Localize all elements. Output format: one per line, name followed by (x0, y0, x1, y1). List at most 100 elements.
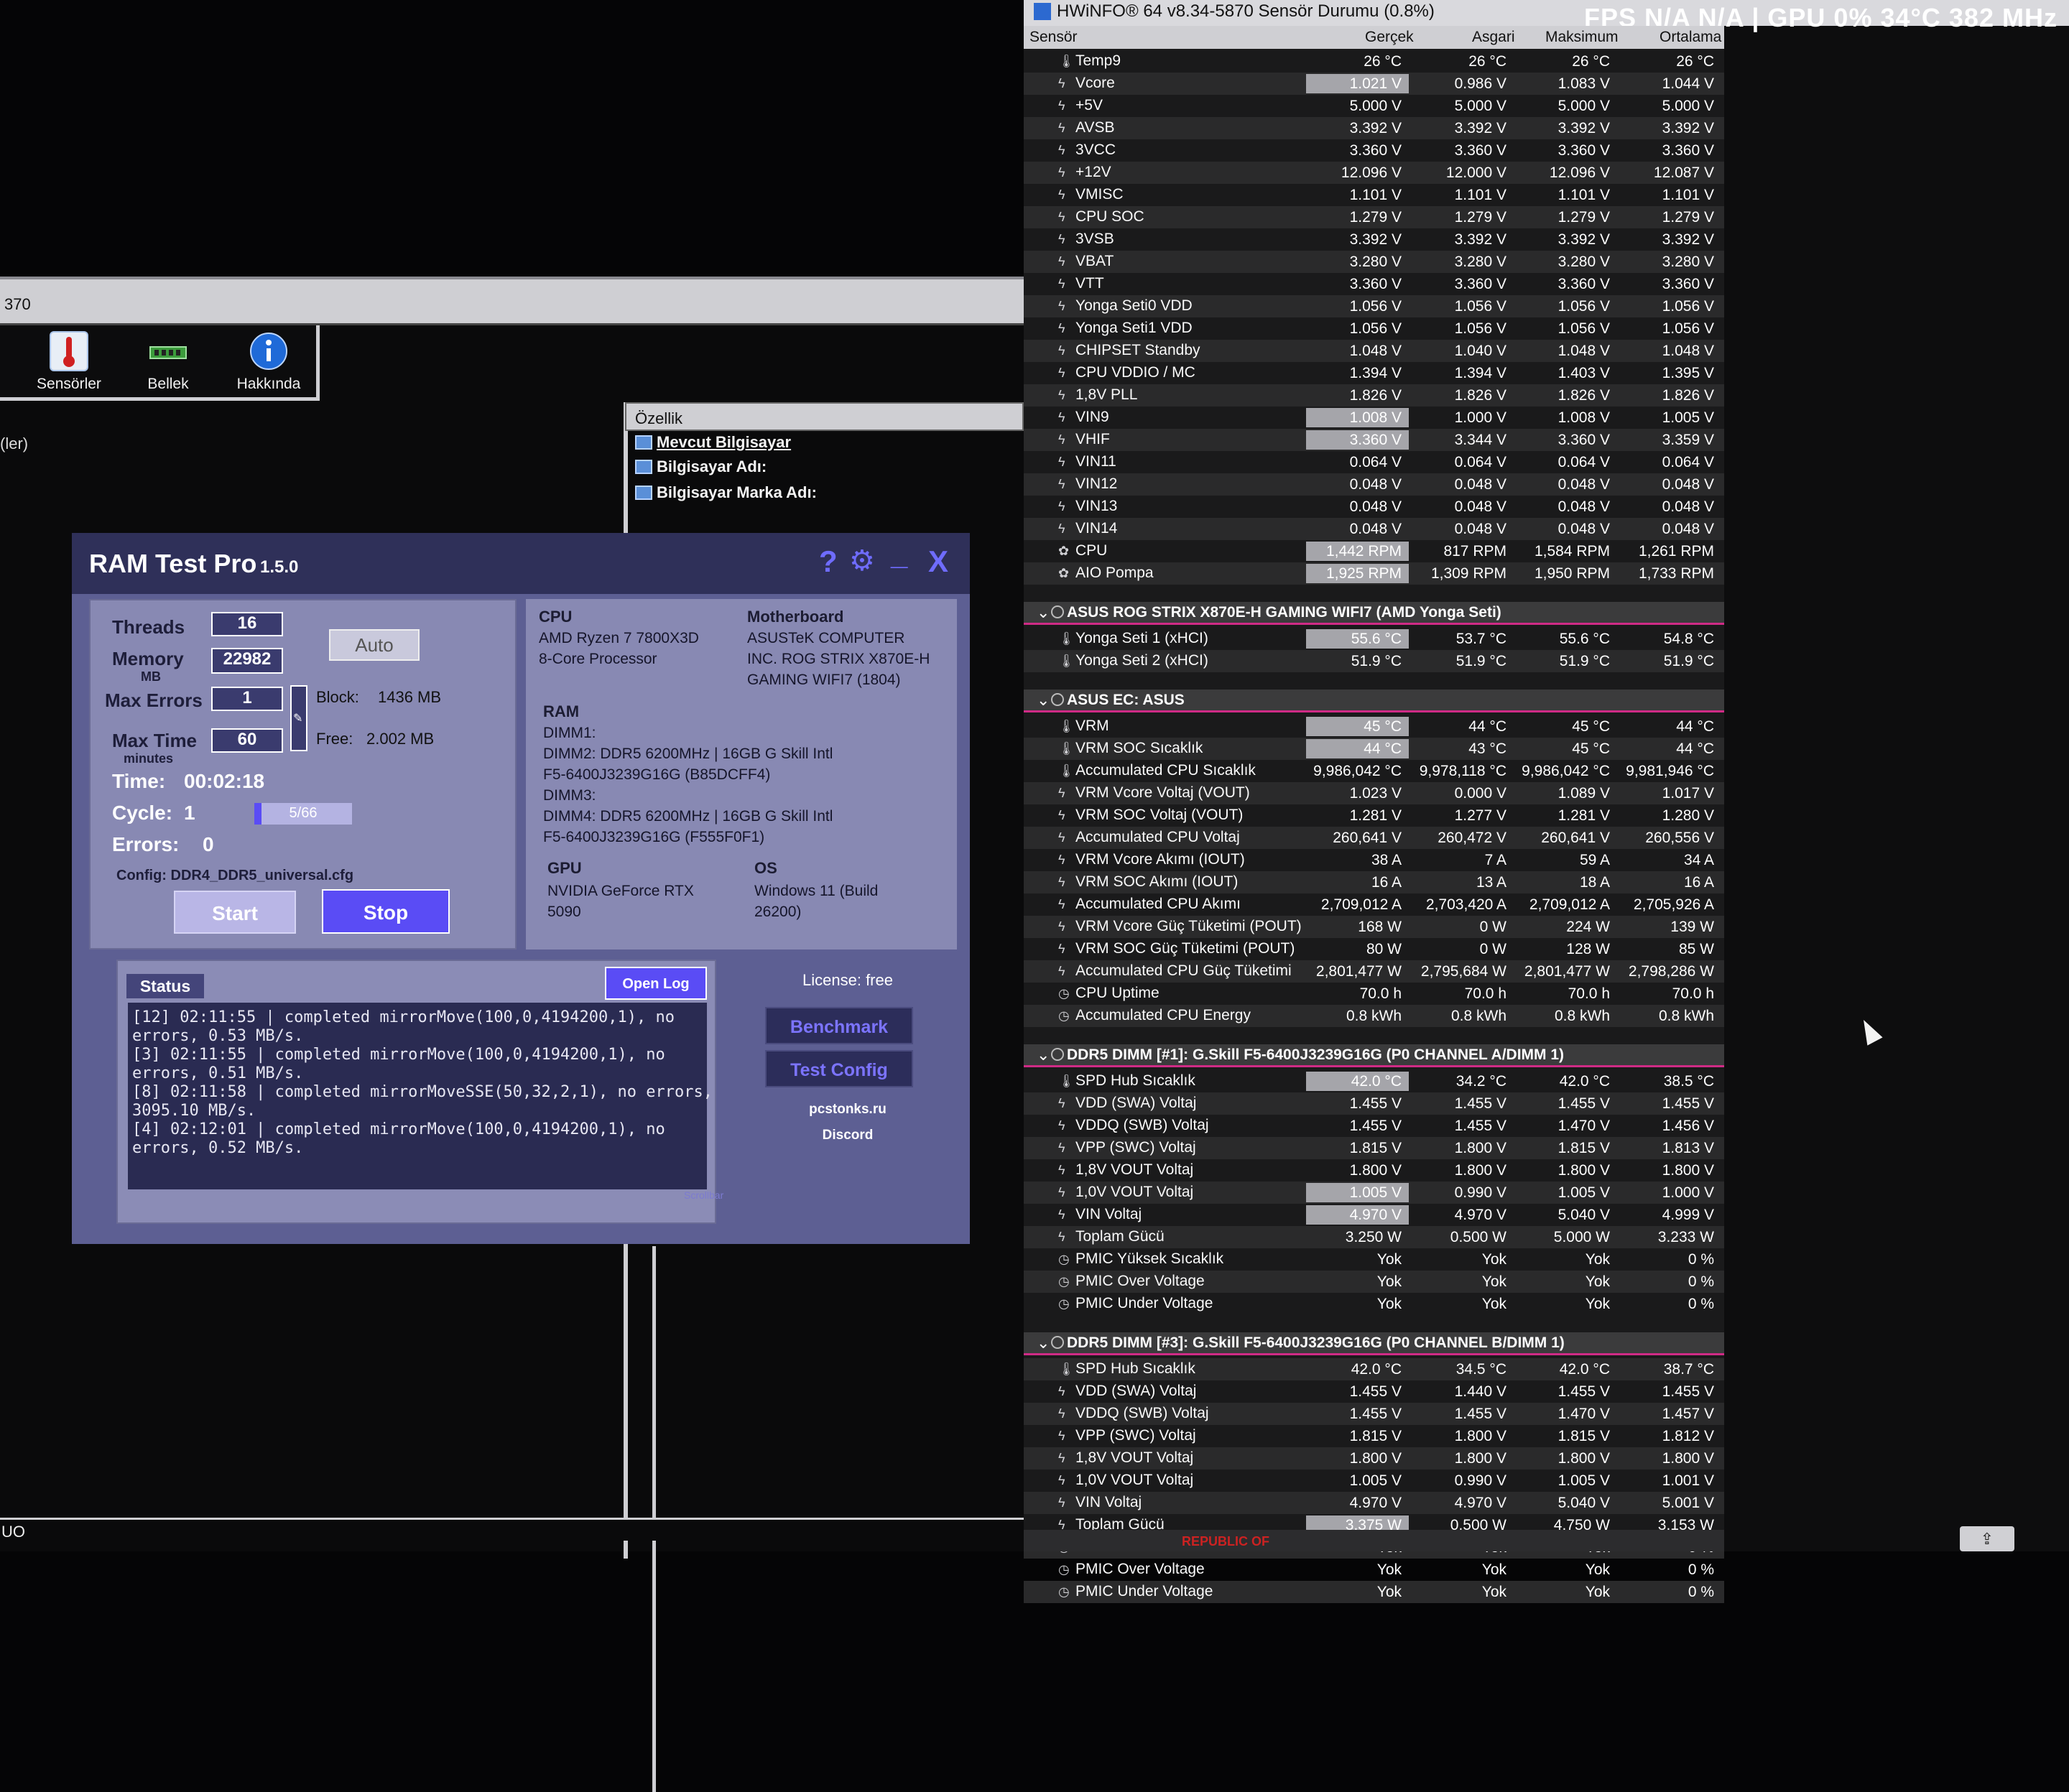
sensor-row[interactable]: ϟ Accumulated CPU Akımı 2,709,012 A 2,703,4… (1024, 893, 1724, 916)
sensor-row[interactable]: ϟ 1,0V VOUT Voltaj 1.005 V 0.990 V 1.005 V 1.… (1024, 1181, 1724, 1204)
settings-gear-icon[interactable]: ⚙ (849, 544, 875, 577)
sensor-row[interactable]: ϟ VRM SOC Güç Tüketimi (POUT) 80 W 0 W 128 W… (1024, 938, 1724, 960)
sensor-row[interactable]: ϟ 1,8V VOUT Voltaj 1.800 V 1.800 V 1.800 V 1.… (1024, 1159, 1724, 1181)
help-icon[interactable]: ? (819, 544, 838, 579)
col-sensor[interactable]: Sensör (1029, 29, 1078, 46)
sensor-row[interactable]: 🌡 Accumulated CPU Sıcaklık 9,986,042 °C 9,9… (1024, 760, 1724, 782)
sensor-row[interactable]: ◷ CPU Uptime 70.0 h 70.0 h 70.0 h 70.0 h (1024, 983, 1724, 1005)
threads-input[interactable]: 16 (211, 612, 283, 636)
sensor-row[interactable]: 🌡 VRM 45 °C 44 °C 45 °C 44 °C (1024, 715, 1724, 738)
sensor-row[interactable]: ϟ VIN13 0.048 V 0.048 V 0.048 V 0.048 V (1024, 496, 1724, 518)
toolbar-about-button[interactable]: Hakkında (226, 331, 312, 397)
sensor-row[interactable]: ϟ Yonga Seti0 VDD 1.056 V 1.056 V 1.056 V 1.0… (1024, 295, 1724, 317)
discord-link[interactable]: Discord (736, 1128, 959, 1143)
tree-item-label[interactable]: (ler) (0, 435, 28, 453)
sensor-row[interactable]: ϟ +5V 5.000 V 5.000 V 5.000 V 5.000 V (1024, 95, 1724, 117)
sensor-row[interactable]: ◷ Accumulated CPU Energy 0.8 kWh 0.8 kWh 0.8… (1024, 1005, 1724, 1027)
sensor-row[interactable]: ϟ VDDQ (SWB) Voltaj 1.455 V 1.455 V 1.470 V 1… (1024, 1403, 1724, 1425)
sensor-group-header[interactable]: ⌄ ASUS ROG STRIX X870E-H GAMING WIFI7 (AM… (1024, 602, 1724, 625)
sensor-row[interactable]: ϟ VRM SOC Voltaj (VOUT) 1.281 V 1.277 V 1.28… (1024, 804, 1724, 827)
sensor-row[interactable]: ϟ VDD (SWA) Voltaj 1.455 V 1.455 V 1.455 V 1.… (1024, 1092, 1724, 1115)
sensor-row[interactable]: ϟ VRM Vcore Akımı (IOUT) 38 A 7 A 59 A 34 A (1024, 849, 1724, 871)
sensor-row[interactable]: ϟ VBAT 3.280 V 3.280 V 3.280 V 3.280 V (1024, 251, 1724, 273)
sensor-row[interactable]: 🌡 SPD Hub Sıcaklık 42.0 °C 34.2 °C 42.0 °C 38… (1024, 1070, 1724, 1092)
sensor-row[interactable]: ϟ VMISC 1.101 V 1.101 V 1.101 V 1.101 V (1024, 184, 1724, 206)
sensor-row[interactable]: ϟ VIN11 0.064 V 0.064 V 0.064 V 0.064 V (1024, 451, 1724, 473)
auto-button[interactable]: Auto (329, 629, 420, 661)
stop-button[interactable]: Stop (322, 889, 450, 934)
sensor-row[interactable]: ✿ CPU 1,442 RPM 817 RPM 1,584 RPM 1,261 RPM (1024, 540, 1724, 562)
chevron-down-icon[interactable]: ⌄ (1037, 603, 1050, 622)
toolbar-sensors-button[interactable]: Sensörler (26, 331, 112, 397)
sensor-row[interactable]: ϟ VPP (SWC) Voltaj 1.815 V 1.800 V 1.815 V 1.… (1024, 1425, 1724, 1447)
sensor-row[interactable]: 🌡 VRM SOC Sıcaklık 44 °C 43 °C 45 °C 44 °C (1024, 738, 1724, 760)
sensor-row[interactable]: ϟ 1,0V VOUT Voltaj 1.005 V 0.990 V 1.005 V 1.… (1024, 1470, 1724, 1492)
memory-input[interactable]: 22982 (211, 648, 283, 674)
edit-slider[interactable]: ✎ (290, 685, 307, 751)
minimize-icon[interactable]: _ (891, 537, 907, 572)
sensor-row[interactable]: ◷ PMIC Over Voltage Yok Yok Yok 0 % (1024, 1559, 1724, 1581)
sensor-row[interactable]: ϟ CHIPSET Standby 1.048 V 1.040 V 1.048 V 1.0… (1024, 340, 1724, 362)
col-current[interactable]: Gerçek (1365, 29, 1414, 46)
sensor-row[interactable]: ϟ Accumulated CPU Voltaj 260,641 V 260,472 … (1024, 827, 1724, 849)
sensor-row[interactable]: ϟ Accumulated CPU Güç Tüketimi 2,801,477 W… (1024, 960, 1724, 983)
sensor-row[interactable]: ϟ AVSB 3.392 V 3.392 V 3.392 V 3.392 V (1024, 117, 1724, 139)
log-output[interactable]: [12] 02:11:55 | completed mirrorMove(100… (128, 1003, 713, 1189)
sensor-row[interactable]: ϟ VRM SOC Akımı (IOUT) 16 A 13 A 18 A 16 A (1024, 871, 1724, 893)
toolbar-memory-button[interactable]: Bellek (125, 331, 211, 397)
col-min[interactable]: Asgari (1472, 29, 1515, 46)
sensor-row[interactable]: ϟ 3VSB 3.392 V 3.392 V 3.392 V 3.392 V (1024, 228, 1724, 251)
sensor-row[interactable]: ϟ Yonga Seti1 VDD 1.056 V 1.056 V 1.056 V 1.0… (1024, 317, 1724, 340)
sensor-row[interactable]: ϟ 3VCC 3.360 V 3.360 V 3.360 V 3.360 V (1024, 139, 1724, 162)
sensor-row[interactable]: ϟ VDDQ (SWB) Voltaj 1.455 V 1.455 V 1.470 V 1… (1024, 1115, 1724, 1137)
sensor-row[interactable]: ◷ PMIC Yüksek Sıcaklık Yok Yok Yok 0 % (1024, 1248, 1724, 1271)
open-log-button[interactable]: Open Log (605, 967, 707, 1000)
property-item-current-computer[interactable]: Mevcut Bilgisayar (635, 433, 791, 452)
chevron-down-icon[interactable]: ⌄ (1037, 691, 1050, 710)
col-max[interactable]: Maksimum (1545, 29, 1619, 46)
test-config-button[interactable]: Test Config (765, 1050, 913, 1087)
max-errors-input[interactable]: 1 (211, 687, 283, 711)
start-button[interactable]: Start (174, 891, 296, 934)
website-link[interactable]: pcstonks.ru (736, 1102, 959, 1118)
property-item-computer-brand[interactable]: Bilgisayar Marka Adı: (635, 483, 817, 502)
sensor-row[interactable]: ◷ PMIC Under Voltage Yok Yok Yok 0 % (1024, 1293, 1724, 1315)
sensor-row[interactable]: ϟ Toplam Gücü 3.250 W 0.500 W 5.000 W 3.233 W (1024, 1226, 1724, 1248)
sensor-row[interactable]: 🌡 SPD Hub Sıcaklık 42.0 °C 34.5 °C 42.0 °C 38… (1024, 1358, 1724, 1380)
sensor-row[interactable]: ϟ Vcore 1.021 V 0.986 V 1.083 V 1.044 V (1024, 73, 1724, 95)
sensor-row[interactable]: ◷ PMIC Under Voltage Yok Yok Yok 0 % (1024, 1581, 1724, 1603)
sensor-row[interactable]: ϟ VPP (SWC) Voltaj 1.815 V 1.800 V 1.815 V 1.… (1024, 1137, 1724, 1159)
sensor-row[interactable]: ϟ VIN14 0.048 V 0.048 V 0.048 V 0.048 V (1024, 518, 1724, 540)
sensor-row[interactable]: ϟ +12V 12.096 V 12.000 V 12.096 V 12.087 V (1024, 162, 1724, 184)
property-item-computer-name[interactable]: Bilgisayar Adı: (635, 458, 767, 476)
sensor-row[interactable]: ✿ AIO Pompa 1,925 RPM 1,309 RPM 1,950 RPM 1,7… (1024, 562, 1724, 585)
sensor-row[interactable]: ◷ PMIC Over Voltage Yok Yok Yok 0 % (1024, 1271, 1724, 1293)
benchmark-button[interactable]: Benchmark (765, 1007, 913, 1044)
sensor-row[interactable]: ϟ VHIF 3.360 V 3.344 V 3.360 V 3.359 V (1024, 429, 1724, 451)
property-column-header[interactable]: Özellik (625, 402, 1024, 431)
sensor-row[interactable]: ϟ CPU VDDIO / MC 1.394 V 1.394 V 1.403 V 1.39… (1024, 362, 1724, 384)
log-scrollbar[interactable]: Scrollbar (684, 1189, 723, 1217)
chevron-down-icon[interactable]: ⌄ (1037, 1334, 1050, 1352)
sensor-row[interactable]: ϟ CPU SOC 1.279 V 1.279 V 1.279 V 1.279 V (1024, 206, 1724, 228)
sensor-row[interactable]: ϟ VRM Vcore Güç Tüketimi (POUT) 168 W 0 W 22… (1024, 916, 1724, 938)
sensor-row[interactable]: ϟ VIN9 1.008 V 1.000 V 1.008 V 1.005 V (1024, 407, 1724, 429)
sensor-row[interactable]: ϟ 1,8V VOUT Voltaj 1.800 V 1.800 V 1.800 V 1.… (1024, 1447, 1724, 1470)
sensor-row[interactable]: 🌡 Temp9 26 °C 26 °C 26 °C 26 °C (1024, 50, 1724, 73)
sensor-group-header[interactable]: ⌄ ASUS EC: ASUS (1024, 690, 1724, 712)
sensor-row[interactable]: 🌡 Yonga Seti 1 (xHCI) 55.6 °C 53.7 °C 55.6 °… (1024, 628, 1724, 650)
sensor-row[interactable]: 🌡 Yonga Seti 2 (xHCI) 51.9 °C 51.9 °C 51.9 °… (1024, 650, 1724, 672)
share-icon[interactable]: ⇪ (1960, 1526, 2014, 1551)
max-time-input[interactable]: 60 (211, 728, 283, 753)
close-icon[interactable]: X (928, 544, 948, 579)
sensor-row[interactable]: ϟ VRM Vcore Voltaj (VOUT) 1.023 V 0.000 V 1.… (1024, 782, 1724, 804)
sensor-row[interactable]: ϟ VIN Voltaj 4.970 V 4.970 V 5.040 V 4.999 V (1024, 1204, 1724, 1226)
sensor-row[interactable]: ϟ VDD (SWA) Voltaj 1.455 V 1.440 V 1.455 V 1.… (1024, 1380, 1724, 1403)
sensor-table[interactable]: Sensör Gerçek Asgari Maksimum Ortalama 🌡… (1024, 26, 1724, 1603)
sensor-row[interactable]: ϟ 1,8V PLL 1.826 V 1.826 V 1.826 V 1.826 V (1024, 384, 1724, 407)
sensor-row[interactable]: ϟ VTT 3.360 V 3.360 V 3.360 V 3.360 V (1024, 273, 1724, 295)
chevron-down-icon[interactable]: ⌄ (1037, 1046, 1050, 1064)
sensor-group-header[interactable]: ⌄ DDR5 DIMM [#1]: G.Skill F5-6400J3239G16… (1024, 1044, 1724, 1067)
sensor-group-header[interactable]: ⌄ DDR5 DIMM [#3]: G.Skill F5-6400J3239G16… (1024, 1332, 1724, 1355)
sensor-row[interactable]: ϟ VIN12 0.048 V 0.048 V 0.048 V 0.048 V (1024, 473, 1724, 496)
